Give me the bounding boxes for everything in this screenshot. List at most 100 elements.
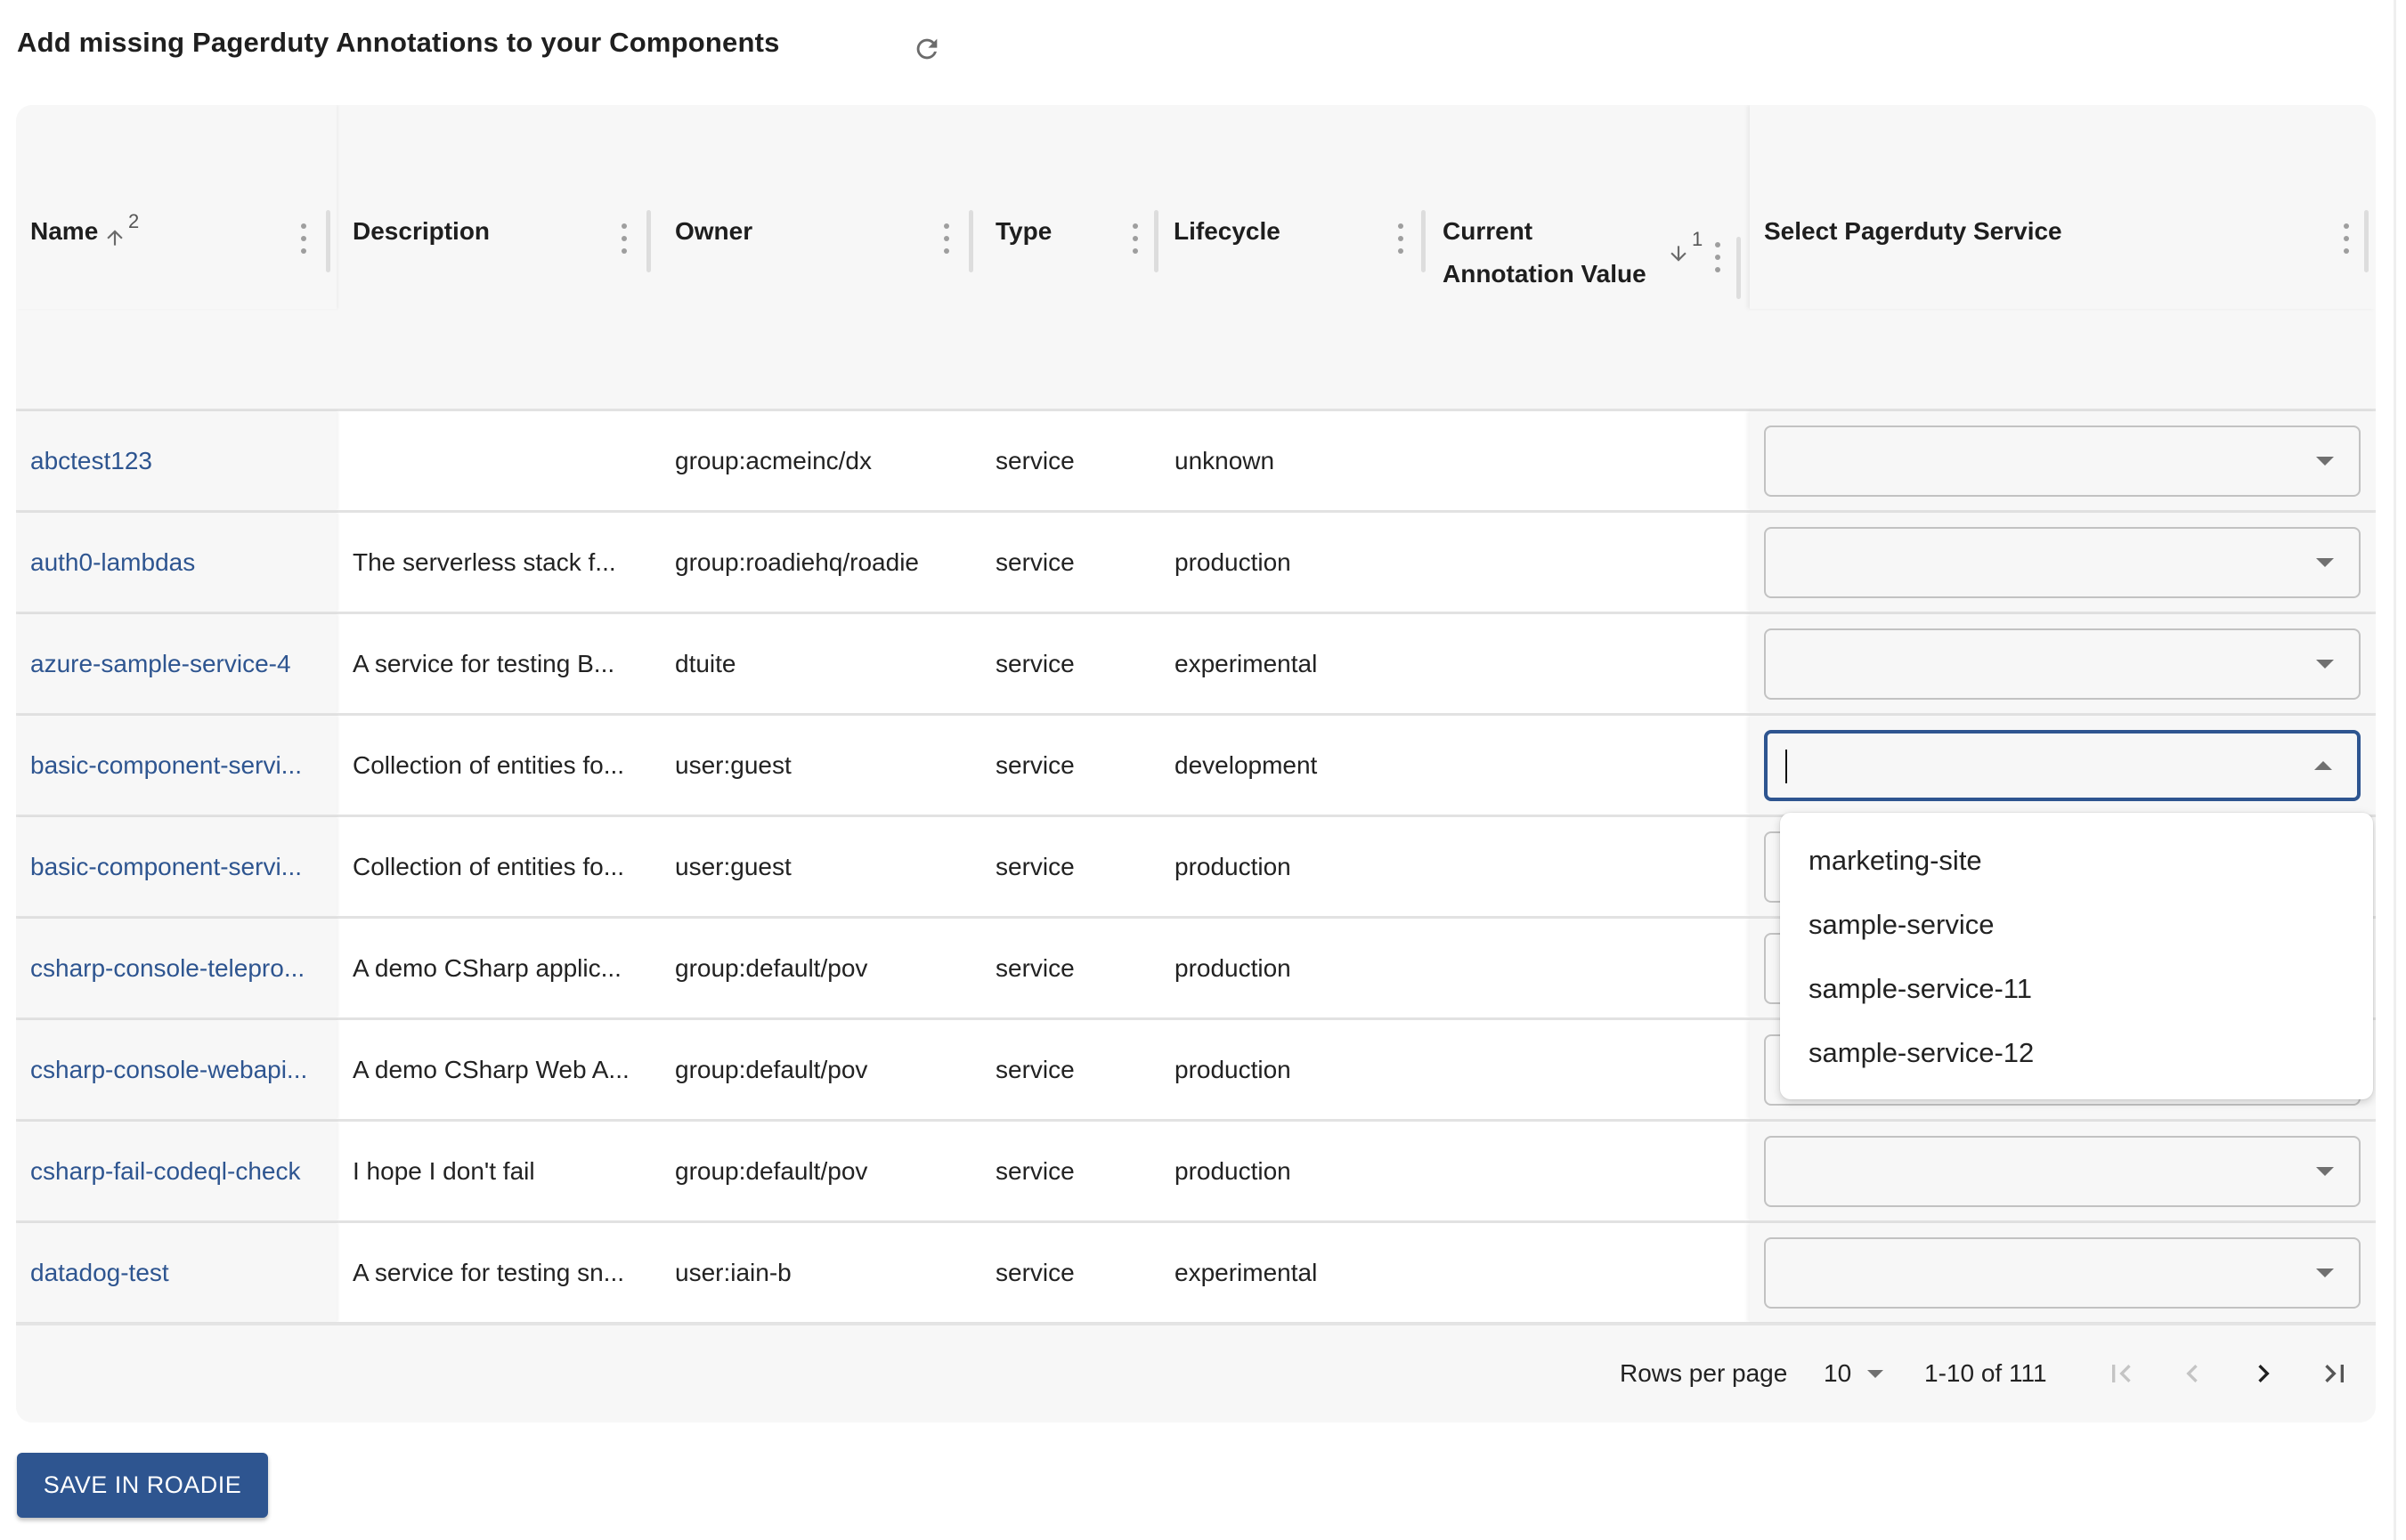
- component-name-link[interactable]: csharp-console-telepro...: [16, 919, 337, 1017]
- sort-descending-icon: [1670, 246, 1687, 262]
- column-menu-button[interactable]: [1131, 223, 1140, 254]
- next-page-button[interactable]: [2240, 1350, 2287, 1397]
- lifecycle-cell: production: [1175, 547, 1291, 576]
- column-header-name[interactable]: Name 2: [16, 105, 337, 309]
- rows-per-page-value: 10: [1824, 1359, 1852, 1387]
- column-menu-button[interactable]: [1713, 242, 1722, 272]
- rows-per-page-label: Rows per page: [1620, 1359, 1788, 1387]
- column-menu-button[interactable]: [620, 223, 629, 254]
- owner-cell: group:default/pov: [675, 953, 868, 982]
- previous-page-button[interactable]: [2169, 1350, 2215, 1397]
- type-cell: service: [996, 1055, 1075, 1083]
- current-annotation-cell: [1443, 919, 1755, 1017]
- lifecycle-cell: production: [1175, 852, 1291, 880]
- description-cell: A demo CSharp applic...: [353, 953, 622, 982]
- pagerduty-service-select[interactable]: [1764, 1135, 2361, 1207]
- select-service-cell: [1750, 411, 2376, 510]
- lifecycle-cell: experimental: [1175, 1258, 1318, 1286]
- component-name-link[interactable]: basic-component-servi...: [16, 817, 337, 916]
- type-cell: service: [996, 852, 1075, 880]
- owner-cell: dtuite: [675, 649, 736, 677]
- last-page-button[interactable]: [2312, 1350, 2358, 1397]
- refresh-icon: [916, 38, 938, 60]
- first-page-icon: [2112, 1365, 2131, 1382]
- column-header-description[interactable]: Description: [338, 105, 659, 309]
- chevron-down-icon[interactable]: [2316, 456, 2334, 466]
- page-scrollbar-track[interactable]: [2394, 0, 2396, 1540]
- column-resize-handle[interactable]: [1421, 210, 1426, 272]
- select-service-cell: [1750, 1223, 2376, 1322]
- column-header-current-annotation-value[interactable]: Current Annotation Value 1: [1428, 105, 1749, 309]
- column-menu-button[interactable]: [299, 223, 308, 254]
- pagination-range: 1-10 of 111: [1924, 1359, 2047, 1387]
- table-card: Name 2 Description Owner Type Lifecycle …: [16, 105, 2376, 1422]
- component-name-link[interactable]: abctest123: [16, 411, 337, 510]
- refresh-button[interactable]: [910, 32, 944, 66]
- lifecycle-cell: production: [1175, 1055, 1291, 1083]
- chevron-down-icon: [1867, 1369, 1884, 1378]
- sort-ascending-icon: [107, 230, 123, 246]
- column-label: Description: [353, 217, 491, 245]
- owner-cell: group:default/pov: [675, 1055, 868, 1083]
- column-resize-handle[interactable]: [2364, 210, 2369, 272]
- component-name-link[interactable]: azure-sample-service-4: [16, 614, 337, 713]
- type-cell: service: [996, 750, 1075, 779]
- chevron-down-icon[interactable]: [2316, 659, 2334, 669]
- chevron-down-icon[interactable]: [2316, 557, 2334, 567]
- column-resize-handle[interactable]: [1736, 237, 1741, 299]
- page-title: Add missing Pagerduty Annotations to you…: [17, 27, 780, 58]
- lifecycle-cell: experimental: [1175, 649, 1318, 677]
- lifecycle-cell: production: [1175, 1156, 1291, 1185]
- chevron-down-icon[interactable]: [2316, 1166, 2334, 1176]
- column-header-owner[interactable]: Owner: [661, 105, 981, 309]
- column-menu-button[interactable]: [1396, 223, 1405, 254]
- chevron-left-icon: [2186, 1365, 2198, 1382]
- column-header-type[interactable]: Type: [981, 105, 1159, 309]
- table-row: datadog-test A service for testing sn... u…: [16, 1220, 2376, 1322]
- description-cell: I hope I don't fail: [353, 1156, 535, 1185]
- column-menu-button[interactable]: [942, 223, 951, 254]
- first-page-button[interactable]: [2098, 1350, 2144, 1397]
- component-name-link[interactable]: auth0-lambdas: [16, 513, 337, 612]
- owner-cell: group:roadiehq/roadie: [675, 547, 919, 576]
- column-menu-button[interactable]: [2342, 223, 2351, 254]
- component-name-link[interactable]: csharp-fail-codeql-check: [16, 1122, 337, 1220]
- description-cell: [353, 411, 655, 510]
- current-annotation-cell: [1443, 411, 1755, 510]
- current-annotation-cell: [1443, 1122, 1755, 1220]
- table-row: abctest123 group:acmeinc/dx service unknown: [16, 409, 2376, 510]
- pagerduty-service-select[interactable]: [1764, 526, 2361, 598]
- text-cursor: [1785, 749, 1787, 783]
- dropdown-option[interactable]: sample-service: [1780, 893, 2373, 957]
- column-header-lifecycle[interactable]: Lifecycle: [1159, 105, 1427, 309]
- owner-cell: group:acmeinc/dx: [675, 446, 873, 474]
- column-resize-handle[interactable]: [326, 210, 330, 272]
- sort-order-badge: 2: [128, 210, 140, 232]
- current-annotation-cell: [1443, 716, 1755, 815]
- current-annotation-cell: [1443, 1223, 1755, 1322]
- select-service-cell: [1750, 513, 2376, 612]
- owner-cell: user:iain-b: [675, 1258, 792, 1286]
- save-in-roadie-button[interactable]: SAVE IN ROADIE: [17, 1453, 268, 1518]
- dropdown-option[interactable]: sample-service-11: [1780, 957, 2373, 1021]
- component-name-link[interactable]: csharp-console-webapi...: [16, 1020, 337, 1119]
- chevron-up-icon[interactable]: [2314, 760, 2332, 770]
- column-header-select-pagerduty-service[interactable]: Select Pagerduty Service: [1750, 105, 2376, 309]
- column-resize-handle[interactable]: [969, 210, 973, 272]
- column-resize-handle[interactable]: [646, 210, 651, 272]
- pagerduty-service-select[interactable]: [1764, 425, 2361, 497]
- table-row: azure-sample-service-4 A service for test…: [16, 612, 2376, 713]
- pagerduty-service-select[interactable]: [1764, 729, 2361, 801]
- last-page-icon: [2325, 1365, 2344, 1382]
- pagerduty-service-dropdown-list: marketing-site sample-service sample-servi…: [1780, 813, 2373, 1099]
- component-name-link[interactable]: datadog-test: [16, 1223, 337, 1322]
- dropdown-option[interactable]: marketing-site: [1780, 829, 2373, 893]
- dropdown-option[interactable]: sample-service-12: [1780, 1021, 2373, 1085]
- column-label: Owner: [675, 217, 753, 245]
- column-resize-handle[interactable]: [1154, 210, 1158, 272]
- component-name-link[interactable]: basic-component-servi...: [16, 716, 337, 815]
- chevron-down-icon[interactable]: [2316, 1268, 2334, 1277]
- pagerduty-service-select[interactable]: [1764, 1236, 2361, 1309]
- pagerduty-service-select[interactable]: [1764, 628, 2361, 700]
- rows-per-page-select[interactable]: 10: [1824, 1356, 1884, 1391]
